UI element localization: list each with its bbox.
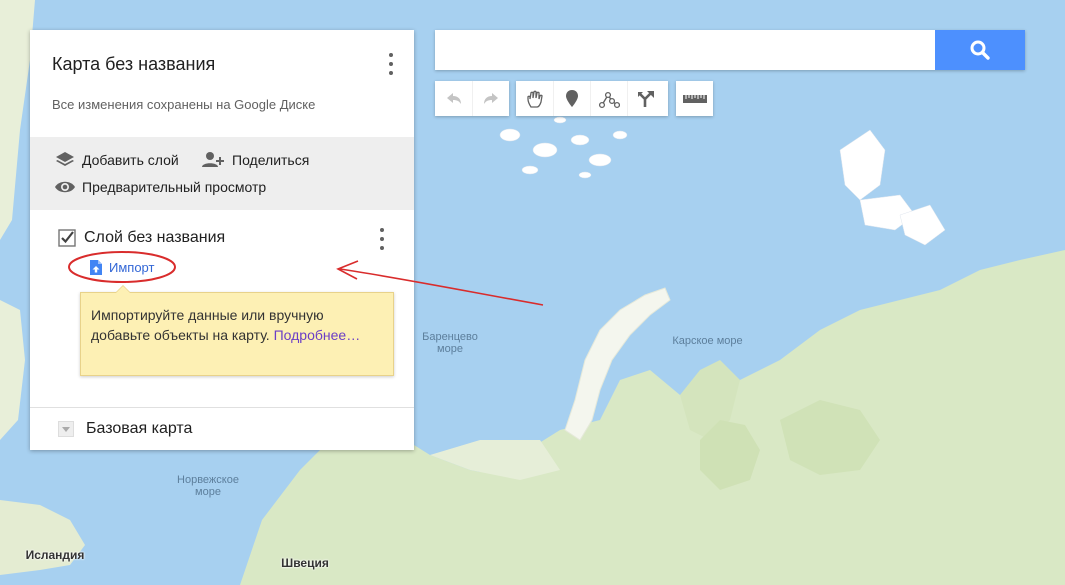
annotation-overlay <box>68 251 544 306</box>
annotation-circle <box>68 251 176 283</box>
annotation-arrow-line <box>339 268 544 306</box>
